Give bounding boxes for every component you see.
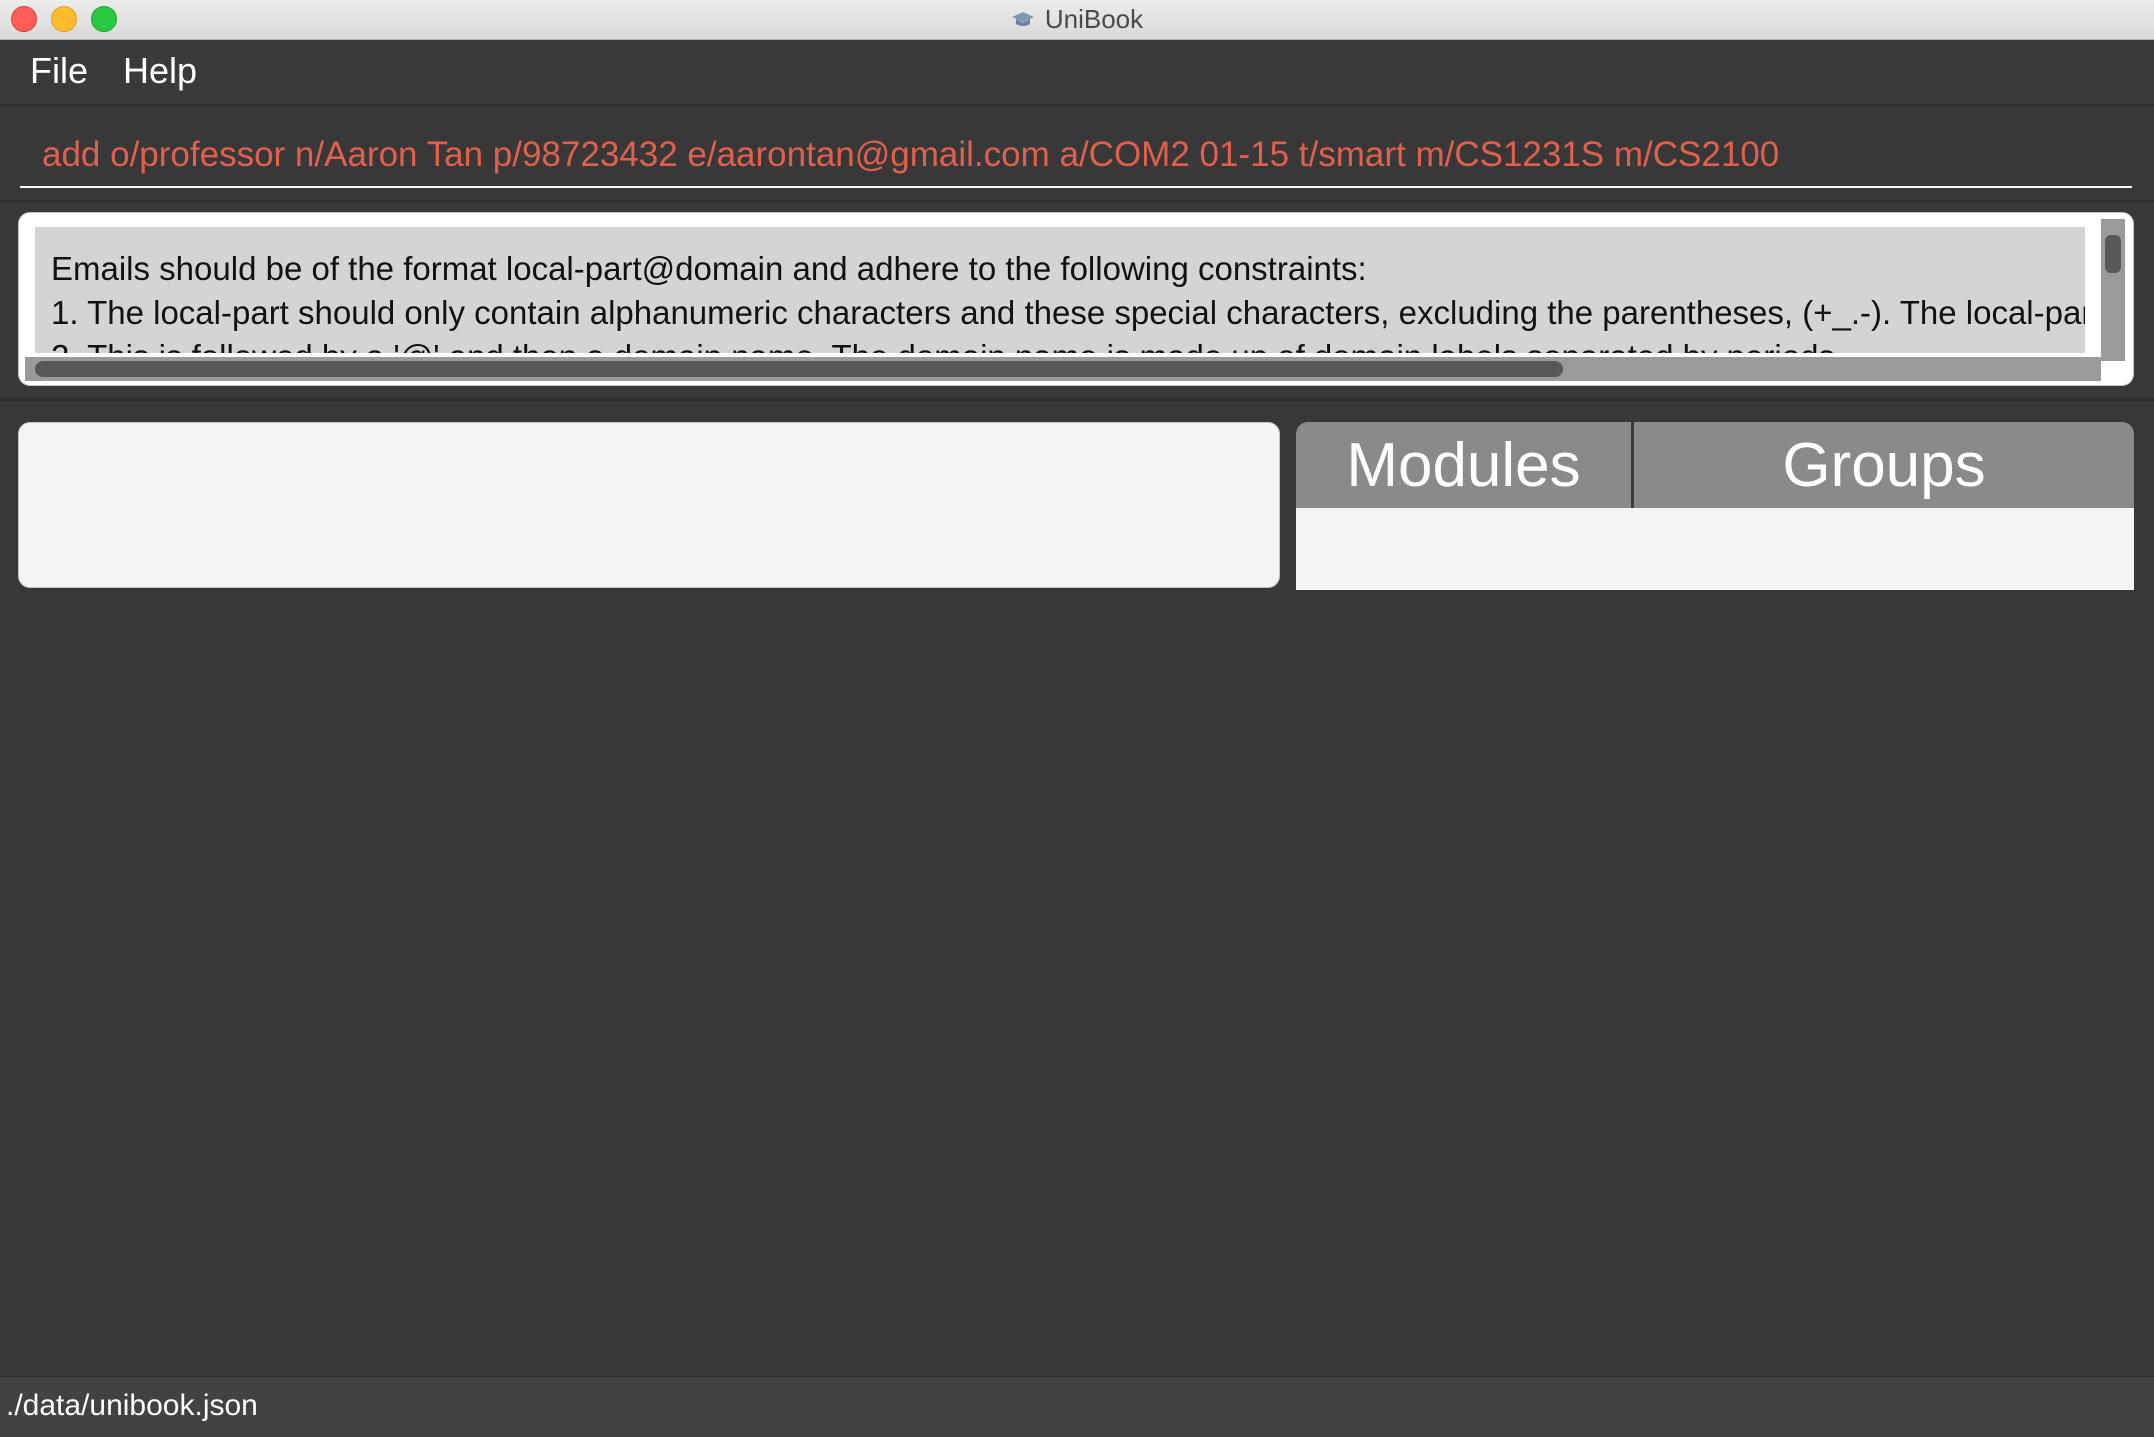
menu-file[interactable]: File	[30, 50, 88, 92]
window-title-group: UniBook	[0, 0, 2154, 39]
person-list-panel[interactable]	[18, 422, 1280, 588]
window-title: UniBook	[1044, 4, 1144, 34]
vertical-scrollbar[interactable]	[2101, 219, 2125, 361]
graduation-cap-icon	[1011, 11, 1034, 26]
divider	[0, 200, 2154, 202]
tab-content	[1296, 508, 2134, 590]
tab-pane: Modules Groups	[1296, 422, 2134, 590]
horizontal-scrollbar-thumb[interactable]	[35, 361, 1563, 377]
tab-modules[interactable]: Modules	[1296, 422, 1634, 508]
vertical-scrollbar-thumb[interactable]	[2105, 235, 2121, 273]
menu-bar: File Help	[0, 40, 2154, 106]
title-bar: UniBook	[0, 0, 2154, 40]
tab-header: Modules Groups	[1296, 422, 2134, 508]
command-box	[0, 106, 2154, 196]
result-text-area[interactable]: Emails should be of the format local-par…	[35, 227, 2085, 353]
command-input[interactable]	[20, 124, 2132, 188]
unibook-window: UniBook File Help Emails should be of th…	[0, 0, 2154, 1437]
horizontal-scrollbar[interactable]	[25, 357, 2101, 381]
result-line: Emails should be of the format local-par…	[51, 250, 1367, 287]
menu-help[interactable]: Help	[123, 50, 197, 92]
status-bar: ./data/unibook.json	[0, 1376, 2154, 1437]
save-location: ./data/unibook.json	[6, 1389, 258, 1422]
result-display: Emails should be of the format local-par…	[18, 212, 2134, 386]
divider	[0, 398, 2154, 401]
result-line: 2. This is followed by a '@' and then a …	[51, 335, 2085, 353]
tab-groups[interactable]: Groups	[1634, 422, 2134, 508]
result-line: 1. The local-part should only contain al…	[51, 294, 2085, 331]
